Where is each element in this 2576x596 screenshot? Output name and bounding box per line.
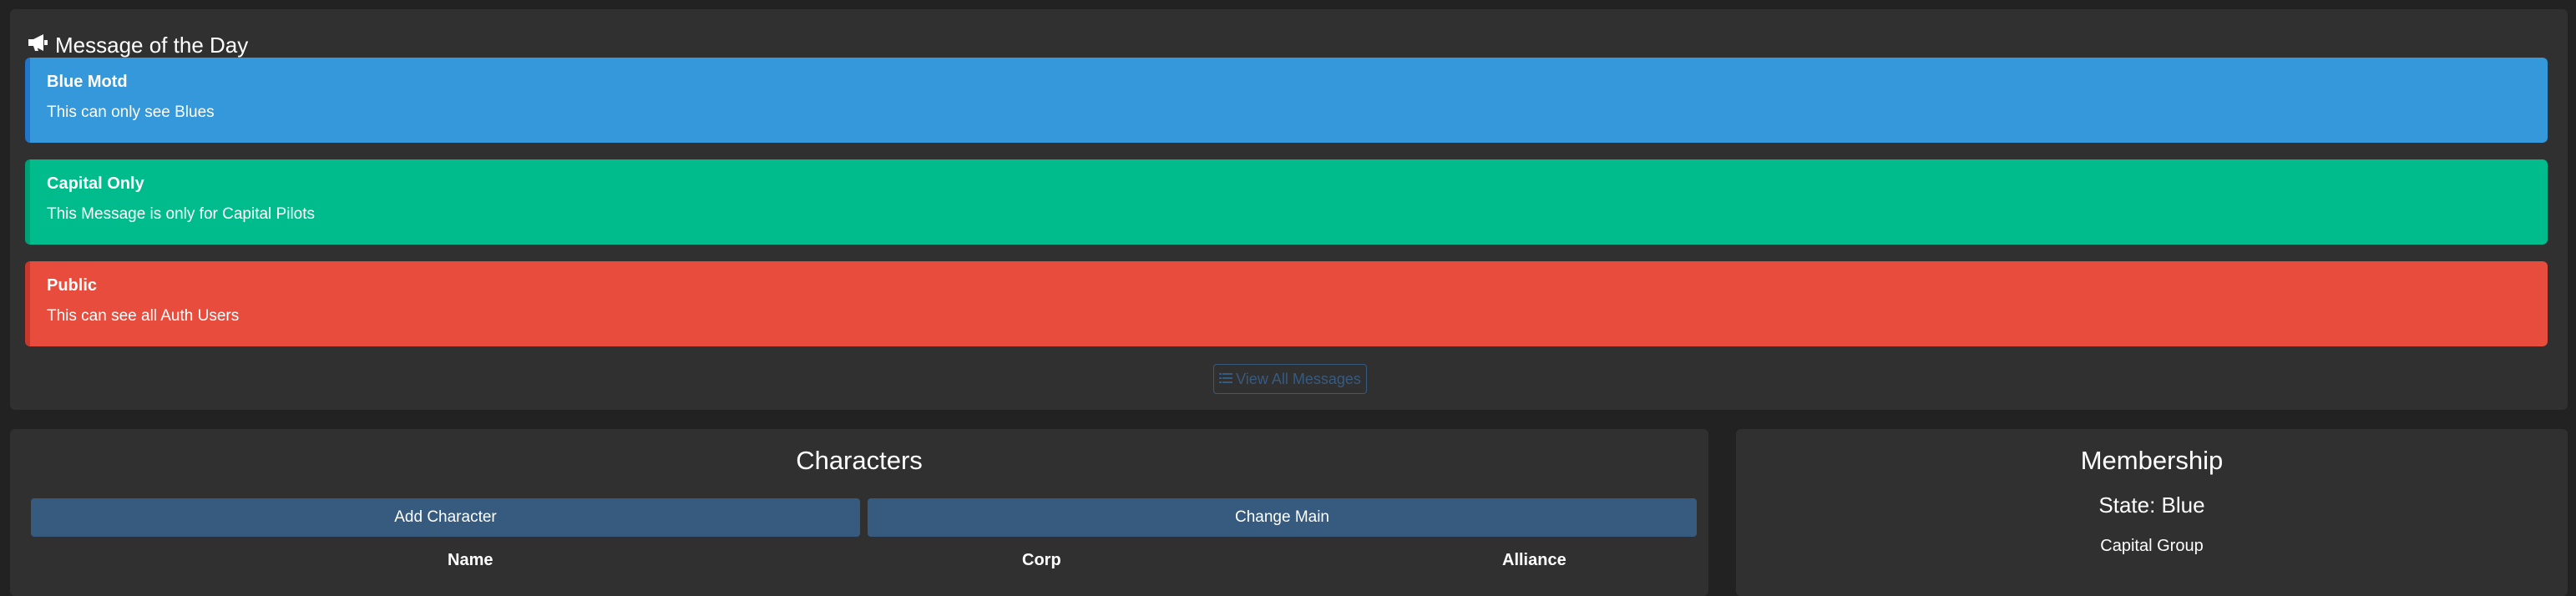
bullhorn-icon [27, 33, 55, 58]
motd-card-body: This can only see Blues [47, 104, 215, 121]
characters-panel: Characters Add Character Change Main Nam… [10, 429, 1708, 596]
membership-panel: Membership State: Blue Capital Group [1736, 429, 2568, 596]
view-all-messages-button[interactable]: View All Messages [1213, 364, 1367, 394]
list-icon [1219, 371, 1236, 388]
motd-title: Message of the Day [55, 32, 249, 58]
membership-group: Capital Group [2100, 537, 2204, 555]
motd-card-body: This can see all Auth Users [47, 307, 240, 325]
add-character-button[interactable]: Add Character [31, 498, 860, 537]
view-all-label: View All Messages [1236, 370, 1361, 387]
motd-card-public: Public This can see all Auth Users [25, 261, 2548, 346]
column-header-alliance[interactable]: Alliance [1502, 551, 1566, 570]
change-main-button[interactable]: Change Main [868, 498, 1697, 537]
characters-title: Characters [796, 446, 923, 475]
motd-card-blue: Blue Motd This can only see Blues [25, 58, 2548, 143]
motd-card-title: Capital Only [47, 174, 144, 193]
motd-panel: Message of the Day Blue Motd This can on… [10, 9, 2568, 410]
motd-card-title: Public [47, 276, 98, 295]
membership-title: Membership [2080, 446, 2224, 475]
motd-card-title: Blue Motd [47, 73, 128, 91]
column-header-corp[interactable]: Corp [1022, 551, 1061, 570]
motd-card-body: This Message is only for Capital Pilots [47, 205, 316, 223]
membership-state: State: Blue [2098, 492, 2205, 518]
column-header-name[interactable]: Name [448, 551, 493, 570]
motd-card-capital: Capital Only This Message is only for Ca… [25, 159, 2548, 245]
